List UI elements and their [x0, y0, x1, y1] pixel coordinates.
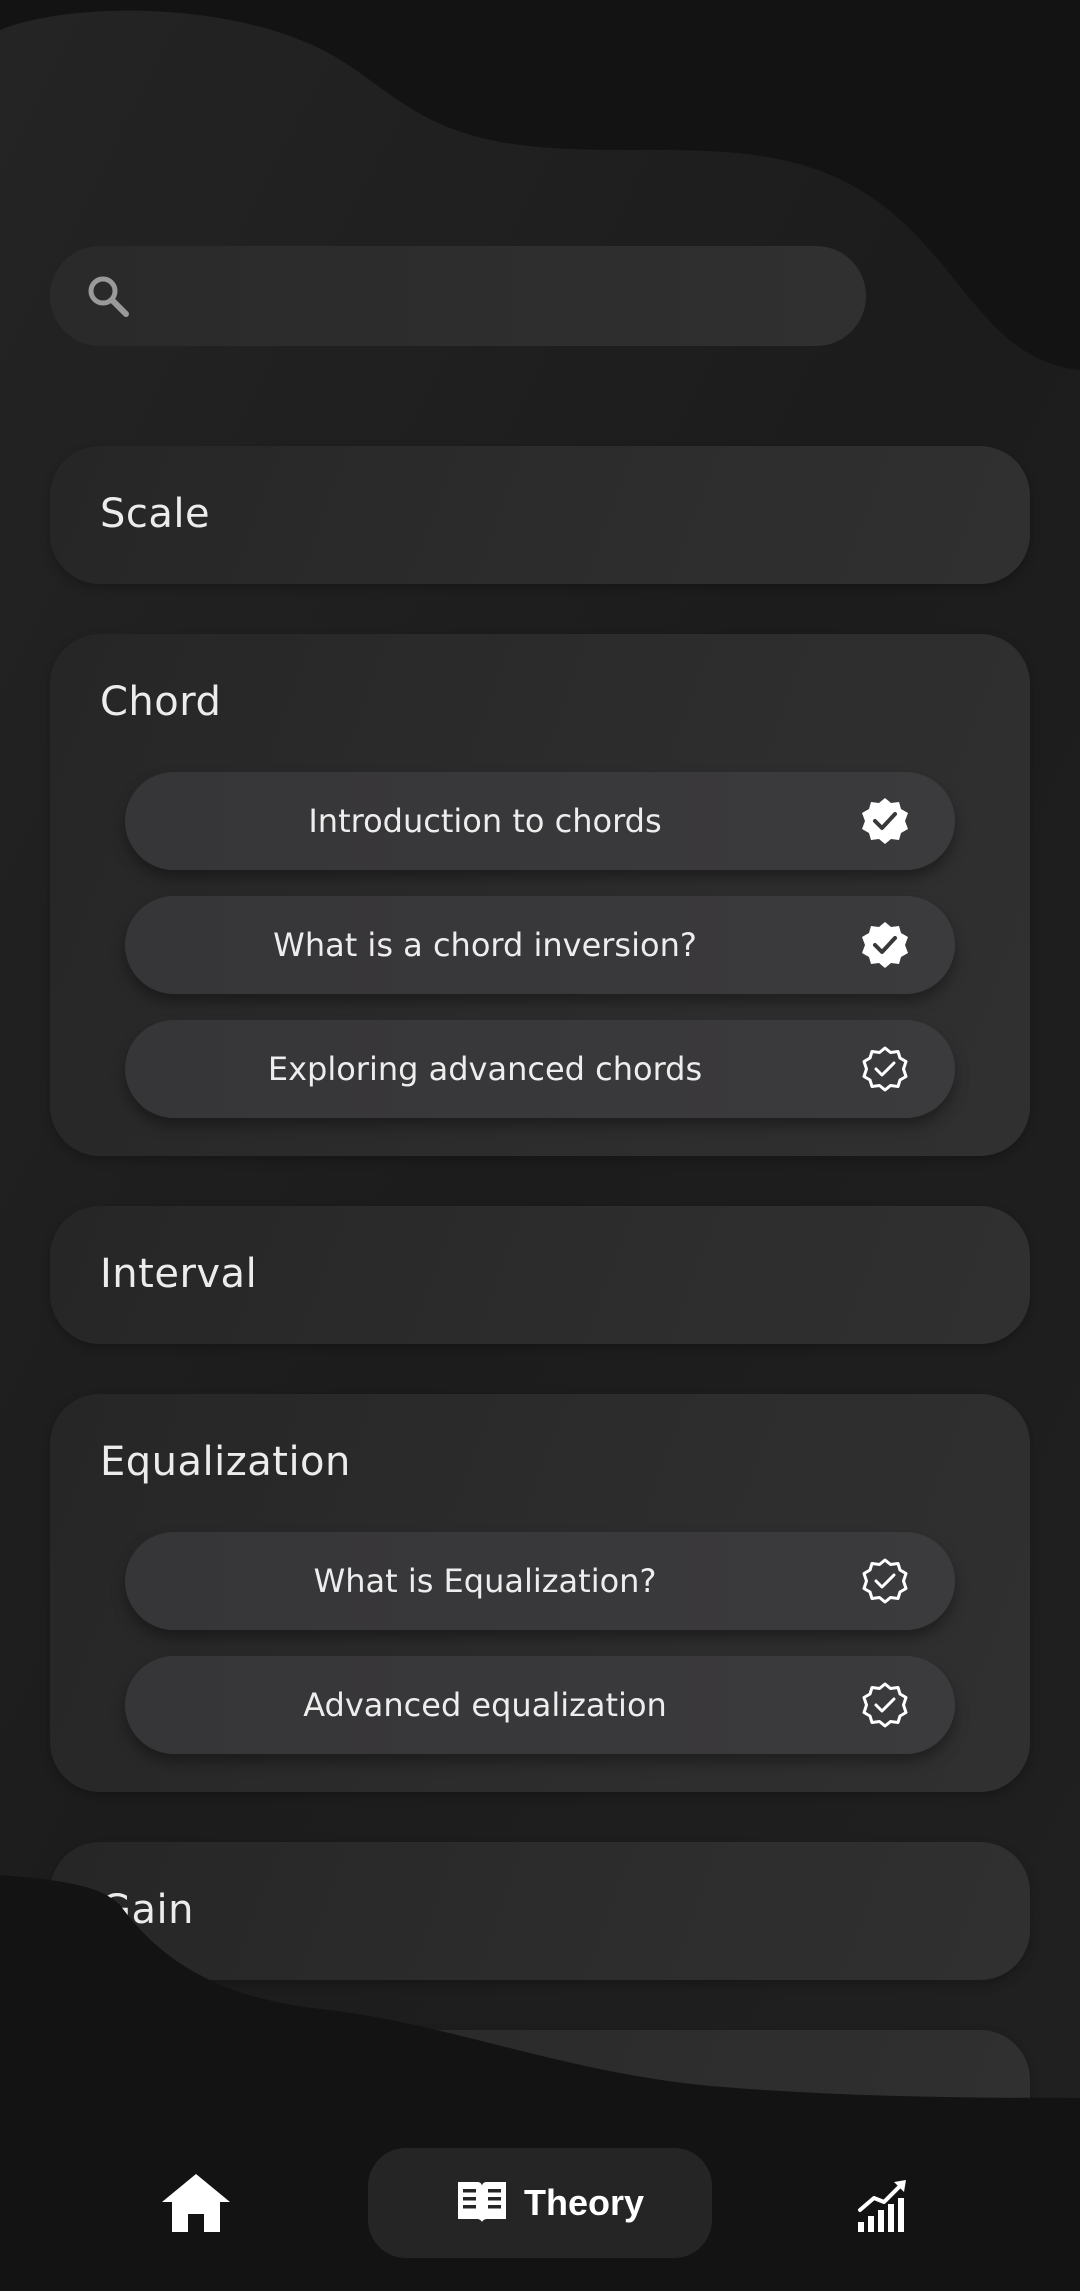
search-bar[interactable]	[50, 246, 866, 348]
badge-check-filled-icon	[862, 798, 908, 844]
home-icon[interactable]	[160, 2172, 232, 2234]
lesson-item[interactable]: Advanced equalization	[125, 1656, 955, 1754]
category-title: Gain	[100, 1887, 194, 1933]
category-card-chord[interactable]: Chord Introduction to chords What is a c…	[50, 634, 1030, 1156]
lesson-label: What is a chord inversion?	[273, 926, 697, 964]
badge-check-outline-icon	[862, 1558, 908, 1604]
lesson-label: Introduction to chords	[308, 802, 662, 840]
category-title: Chord	[100, 679, 222, 725]
category-card-interval[interactable]: Interval	[50, 1206, 1030, 1344]
lesson-item[interactable]: Exploring advanced chords	[125, 1020, 955, 1118]
lesson-item[interactable]: What is a chord inversion?	[125, 896, 955, 994]
stats-icon[interactable]	[856, 2178, 912, 2232]
category-title: Equalization	[100, 1439, 351, 1485]
lesson-item[interactable]: What is Equalization?	[125, 1532, 955, 1630]
category-card-equalization[interactable]: Equalization What is Equalization? Advan…	[50, 1394, 1030, 1792]
badge-check-filled-icon	[862, 922, 908, 968]
app-screen: Scale Chord Introduction to chords What …	[0, 0, 1080, 2291]
lesson-label: Advanced equalization	[303, 1686, 667, 1724]
category-card-gain[interactable]: Gain	[50, 1842, 1030, 1980]
book-icon	[458, 2182, 506, 2222]
category-title: Interval	[100, 1251, 258, 1297]
nav-tab-label: Theory	[524, 2182, 645, 2223]
badge-check-outline-icon	[862, 1682, 908, 1728]
nav-tab-theory[interactable]: Theory	[368, 2148, 712, 2258]
search-icon	[88, 276, 129, 317]
bottom-navigation: Theory	[0, 2100, 1080, 2291]
content-area: Scale Chord Introduction to chords What …	[0, 0, 1080, 2168]
badge-check-outline-icon	[862, 1046, 908, 1092]
category-card-scale[interactable]: Scale	[50, 446, 1030, 584]
lesson-label: Exploring advanced chords	[267, 1050, 703, 1088]
search-input[interactable]	[160, 246, 844, 348]
category-title: Scale	[100, 491, 211, 537]
lesson-item[interactable]: Introduction to chords	[125, 772, 955, 870]
lesson-label: What is Equalization?	[313, 1562, 657, 1600]
